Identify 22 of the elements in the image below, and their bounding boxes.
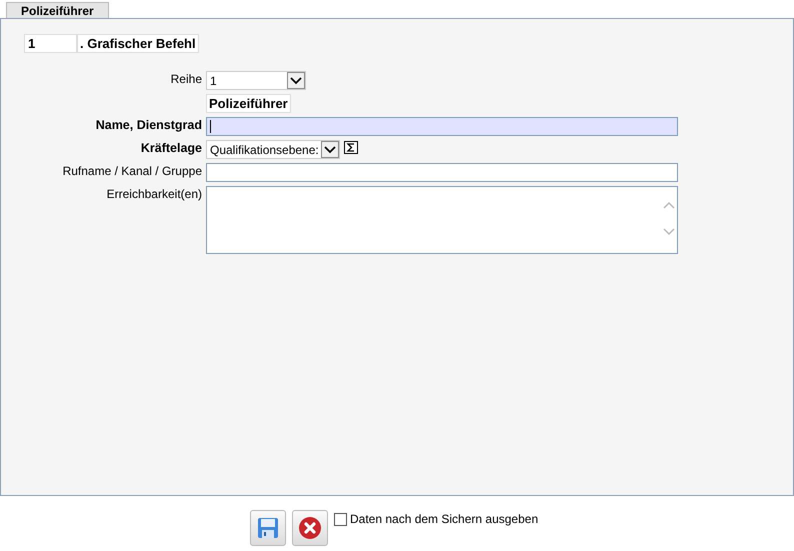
caret-icon: [287, 72, 305, 89]
checkbox-label: Daten nach dem Sichern ausgeben: [350, 512, 538, 526]
dropdown[interactable]: Qualifikationsebene:: [206, 140, 340, 159]
form-title: . Grafischer Befehl: [77, 34, 199, 53]
field-label: Name, Dienstgrad: [94, 117, 202, 134]
save-button[interactable]: [250, 510, 286, 546]
text-area[interactable]: [206, 186, 678, 254]
section-caption: Polizeiführer: [206, 94, 291, 113]
checkbox[interactable]: [334, 512, 347, 526]
number-field[interactable]: 1: [24, 34, 77, 53]
text-field[interactable]: [206, 163, 678, 182]
caret-icon: [320, 141, 339, 158]
sigma-icon[interactable]: [344, 141, 358, 154]
field-label: Kräftelage: [140, 140, 202, 157]
field-label: Rufname / Kanal / Gruppe: [62, 163, 202, 180]
text-field[interactable]: [206, 117, 678, 136]
close-icon: [298, 516, 322, 540]
field-label: Erreichbarkeit(en): [106, 186, 202, 203]
field-label: Reihe: [170, 71, 202, 88]
cancel-button[interactable]: [292, 510, 328, 546]
tab[interactable]: Polizeiführer: [6, 2, 109, 18]
dropdown[interactable]: 1: [206, 71, 306, 90]
